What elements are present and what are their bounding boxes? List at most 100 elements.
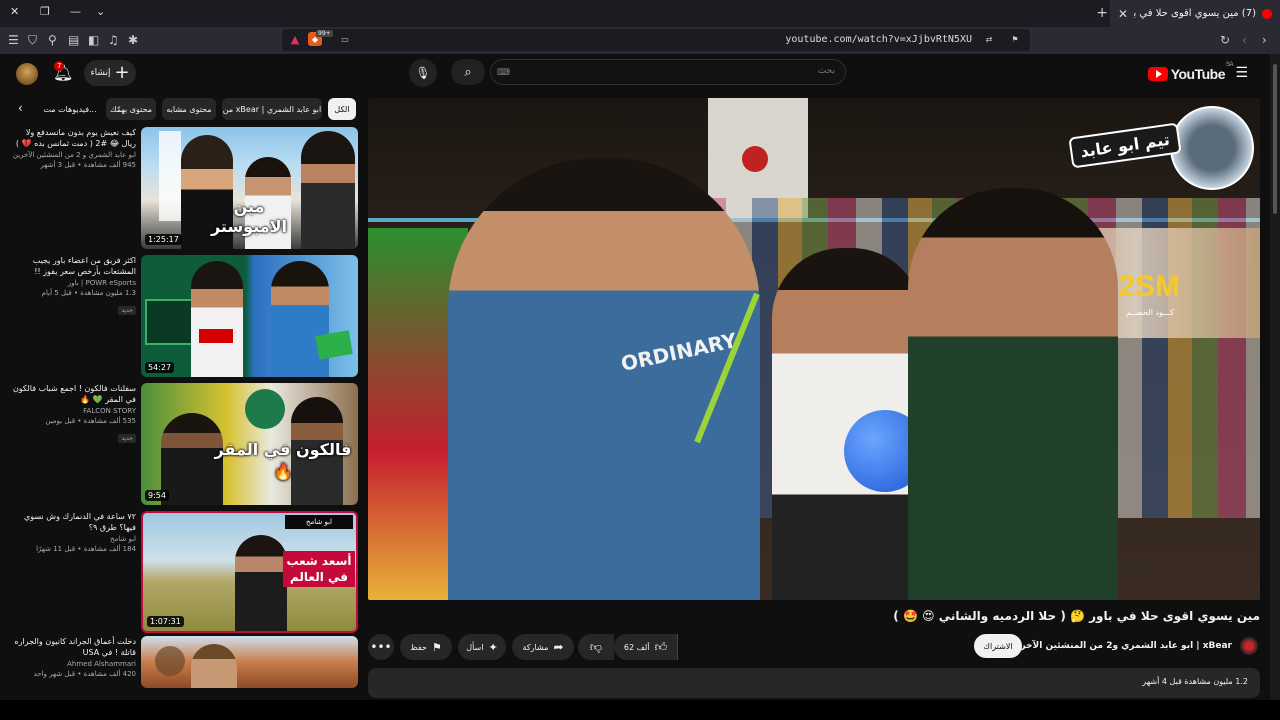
create-label: إنشاء (90, 68, 111, 78)
person-figure (301, 131, 355, 249)
thumbnail-text: مين الامبوستر (210, 197, 288, 236)
guide-menu-icon[interactable]: ☰ (1235, 65, 1248, 81)
recommendation-item[interactable]: دخلت أعماق الجراند كانيون والجراره قاتلة… (10, 636, 358, 688)
more-actions-button[interactable]: ••• (368, 634, 394, 660)
music-icon[interactable]: ♫ (108, 33, 119, 47)
recommendation-title[interactable]: دخلت أعماق الجراند كانيون والجراره قاتلة… (10, 636, 136, 658)
reader-icon[interactable]: ▤ (68, 33, 79, 47)
create-button[interactable]: إنشاء + (84, 60, 136, 86)
recommendation-channel[interactable]: ابو شامخ (10, 535, 136, 543)
recommendation-channel[interactable]: Ahmed Alshammari (10, 660, 136, 668)
related-chips: ‹ الكل من xBear | ابو عابد الشمري محتوى … (18, 98, 358, 120)
video-thumbnail[interactable]: 54:27 (141, 255, 358, 377)
chip-label: محتوى بهمّك (109, 104, 153, 114)
forward-icon[interactable]: › (1262, 33, 1267, 47)
logo-graphic (155, 646, 185, 676)
recommendation-item[interactable]: فالكون في المقر🔥 9:54 سفلنات فالكون ! اج… (10, 383, 358, 505)
shield-icon[interactable]: ⛉ (28, 33, 37, 48)
chips-next-arrow-icon[interactable]: ‹ (18, 101, 23, 115)
browser-tab-active[interactable]: ✕ (7) مين يسوي اقوى حلا في باور (1110, 0, 1280, 27)
scrollbar-thumb[interactable] (1273, 64, 1277, 214)
person-figure (191, 261, 243, 377)
screen-icon[interactable]: ▭ (338, 32, 352, 46)
chip-from-channel[interactable]: من xBear | ابو عابد الشمري (222, 98, 322, 120)
recommendation-meta: 945 ألف مشاهدة • قبل 3 أشهر (40, 161, 136, 169)
logo-wordmark: YouTube SA (1171, 62, 1234, 82)
extension-badge: 99+ (316, 30, 333, 37)
tab-close-icon[interactable]: ✕ (1118, 7, 1128, 21)
video-player[interactable]: ORDINARY تيم ابو عابد 2SM كـــود الخصــم (368, 98, 1260, 600)
search-button[interactable]: ⌕ (451, 59, 485, 85)
pin-icon[interactable]: ⚲ (48, 33, 57, 47)
recommendation-info: كيف نعيش يوم بدون مانسدفع ولا ريال 😂 #2 … (10, 127, 136, 169)
video-thumbnail[interactable] (141, 636, 358, 688)
address-bar[interactable]: ▲ ◆ 99+ ▭ youtube.com/watch?v=xJjbvRtN5X… (282, 29, 1030, 51)
recommendation-title[interactable]: كيف نعيش يوم بدون مانسدفع ولا ريال 😂 #2 … (10, 127, 136, 149)
youtube-favicon-icon (1262, 8, 1272, 19)
menu-icon[interactable]: ☰ (8, 33, 19, 47)
video-thumbnail[interactable]: ابو شامخ أسعد شعب في العالم 1:07:31 (141, 511, 358, 633)
youtube-header: 🔔︎ 7 إنشاء + 🎙︎ ⌕ ⌨ بحث YouTube SA ☰ (0, 54, 1270, 94)
description-box[interactable]: 1.2 مليون مشاهدة قبل 4 أشهر (368, 668, 1260, 698)
share-icon: ➦ (553, 640, 564, 654)
new-badge: جديد (118, 434, 136, 443)
sponsor-brand-sub: كـــود الخصــم (1126, 308, 1174, 317)
recommendation-title[interactable]: سفلنات فالكون ! اجمع شباب فالكون في المق… (10, 383, 136, 405)
youtube-logo[interactable]: YouTube SA (1147, 62, 1234, 82)
bookmark-icon[interactable]: ⚑ (1008, 32, 1022, 46)
extensions-icon[interactable]: ✱ (128, 33, 138, 47)
search-icon: ⌕ (464, 64, 472, 80)
recommendation-item[interactable]: ابو شامخ أسعد شعب في العالم 1:07:31 ٧٢ س… (10, 511, 358, 633)
duration-badge: 1:07:31 (147, 616, 184, 627)
video-title: مين يسوي اقوى حلا في باور 🤔 ( حلا الردمي… (893, 609, 1260, 623)
recommendation-channel[interactable]: FALCON STORY (10, 407, 136, 415)
bottom-strip (0, 700, 1280, 720)
falcon-logo-graphic (245, 389, 285, 429)
video-thumbnail[interactable]: مين الامبوستر 1:25:17 (141, 127, 358, 249)
video-thumbnail[interactable]: فالكون في المقر🔥 9:54 (141, 383, 358, 505)
chip-similar[interactable]: محتوى مشابه (162, 98, 216, 120)
chip-all[interactable]: الكل (328, 98, 356, 120)
ask-button[interactable]: اسأل ✦ (458, 634, 506, 660)
chip-for-you[interactable]: محتوى بهمّك (106, 98, 156, 120)
chip-label: محتوى مشابه (166, 104, 212, 114)
reload-icon[interactable]: ↻ (1220, 33, 1230, 47)
restore-window-icon[interactable]: ❐ (40, 5, 50, 18)
thumbs-up-icon: 👍︎ (654, 639, 668, 654)
keyboard-icon[interactable]: ⌨ (497, 68, 510, 78)
bookmark-icon: ⚑ (431, 640, 442, 654)
page-scrollbar[interactable] (1270, 54, 1280, 700)
url-text[interactable]: youtube.com/watch?v=xJjbvRtN5XU (785, 34, 972, 45)
recommendation-title[interactable]: ٧٢ ساعة في الدنمارك وش نسوي فيها؟ طرق ٩؟ (10, 511, 136, 533)
new-tab-button[interactable]: + (1096, 5, 1108, 21)
more-horizontal-icon: ••• (370, 640, 392, 654)
share-button[interactable]: مشاركة ➦ (512, 634, 574, 660)
recommendation-title[interactable]: اكثر فريق من اعضاء باور يجيب المشتعات بأ… (10, 255, 136, 277)
channel-name[interactable]: xBear | ابو عابد الشمري و2 من المنشئين ا… (1009, 641, 1232, 651)
voice-search-button[interactable]: 🎙︎ (409, 59, 437, 87)
recommendation-item[interactable]: مين الامبوستر 1:25:17 كيف نعيش يوم بدون … (10, 127, 358, 249)
sidebar-icon[interactable]: ◧ (88, 33, 99, 47)
close-window-icon[interactable]: ✕ (10, 5, 19, 18)
triangle-extension-icon[interactable]: ▲ (288, 32, 302, 46)
channel-avatar[interactable] (1240, 637, 1258, 655)
subscribe-button[interactable]: الاشتراك (974, 634, 1022, 658)
like-button[interactable]: 62 ألف 👍︎ (614, 634, 678, 660)
chip-label: من xBear | ابو عابد الشمري (222, 104, 322, 114)
save-button[interactable]: حفظ ⚑ (400, 634, 452, 660)
back-icon[interactable]: ‹ (1242, 33, 1247, 47)
alarm-graphic (742, 146, 768, 172)
minimize-window-icon[interactable]: — (70, 5, 81, 18)
watch-box-graphic (145, 299, 195, 345)
dislike-button[interactable]: 👎︎ (578, 634, 614, 660)
duration-badge: 1:25:17 (145, 234, 182, 245)
recommendation-item[interactable]: 54:27 اكثر فريق من اعضاء باور يجيب المشت… (10, 255, 358, 377)
search-input[interactable]: ⌨ بحث (490, 59, 846, 85)
chip-watched[interactable]: فيديوهات مت... (40, 98, 100, 120)
account-avatar[interactable] (16, 63, 38, 85)
recommendation-channel[interactable]: ابو عابد الشمري و 2 من المنشئين الآخرين (10, 151, 136, 159)
region-code: SA (1225, 62, 1234, 68)
recommendation-channel[interactable]: POWR eSports | باور (10, 279, 136, 287)
tab-list-chevron-icon[interactable]: ⌄ (96, 5, 105, 18)
tune-icon[interactable]: ⇄ (982, 32, 996, 46)
